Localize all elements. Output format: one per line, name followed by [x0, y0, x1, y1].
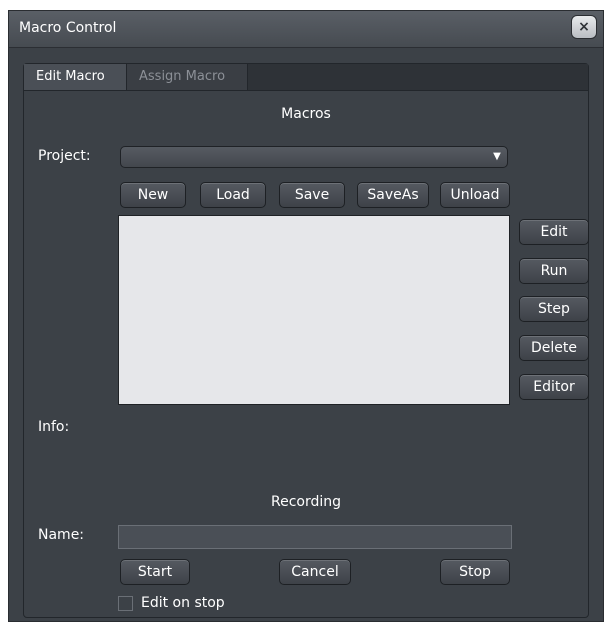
- tab-panel: Edit Macro Assign Macro Macros Project: …: [23, 63, 589, 618]
- tab-bar: Edit Macro Assign Macro: [24, 64, 588, 91]
- title-bar[interactable]: Macro Control ×: [9, 11, 603, 48]
- saveas-button[interactable]: SaveAs: [357, 182, 429, 208]
- delete-button[interactable]: Delete: [519, 335, 589, 361]
- cancel-button[interactable]: Cancel: [279, 559, 351, 585]
- load-button[interactable]: Load: [200, 182, 266, 208]
- run-button[interactable]: Run: [519, 258, 589, 284]
- edit-on-stop-checkbox[interactable]: [118, 596, 133, 611]
- tab-edit-macro[interactable]: Edit Macro: [24, 64, 127, 90]
- tab-assign-macro[interactable]: Assign Macro: [127, 64, 248, 90]
- project-dropdown[interactable]: ▼: [120, 146, 508, 168]
- edit-button[interactable]: Edit: [519, 219, 589, 245]
- edit-on-stop-label: Edit on stop: [141, 595, 225, 611]
- info-label: Info:: [38, 419, 70, 435]
- start-button[interactable]: Start: [120, 559, 190, 585]
- new-button[interactable]: New: [120, 182, 186, 208]
- macro-list[interactable]: [118, 215, 510, 405]
- close-icon: ×: [578, 19, 590, 35]
- editor-button[interactable]: Editor: [519, 374, 589, 400]
- macros-section-title: Macros: [281, 106, 331, 122]
- macro-control-window: Macro Control × Edit Macro Assign Macro …: [8, 10, 604, 622]
- recording-section-title: Recording: [270, 494, 342, 510]
- stop-button[interactable]: Stop: [440, 559, 510, 585]
- save-button[interactable]: Save: [279, 182, 345, 208]
- unload-button[interactable]: Unload: [440, 182, 510, 208]
- name-label: Name:: [38, 527, 85, 543]
- project-label: Project:: [38, 148, 91, 164]
- step-button[interactable]: Step: [519, 296, 589, 322]
- window-title: Macro Control: [19, 20, 117, 36]
- recording-name-field[interactable]: [118, 525, 512, 549]
- chevron-down-icon[interactable]: ▼: [488, 148, 506, 166]
- close-button[interactable]: ×: [571, 15, 597, 39]
